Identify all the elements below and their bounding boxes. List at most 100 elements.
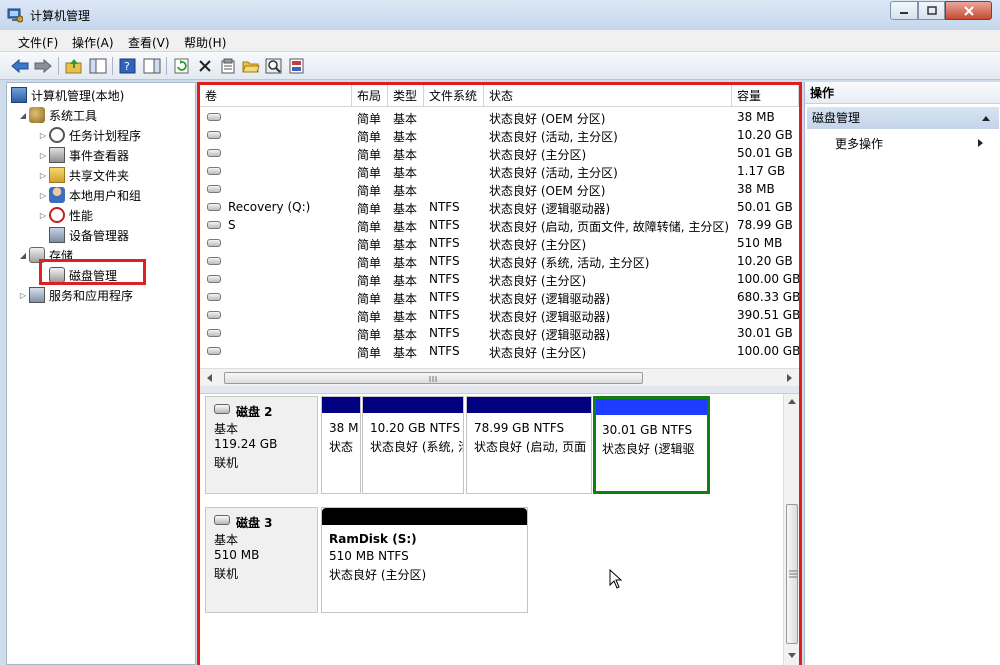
table-row[interactable]: 简单 基本 状态良好 (活动, 主分区) 10.20 GB [200, 126, 799, 144]
navigation-tree: 计算机管理(本地) ◢ 系统工具 ▷ 任务计划程序 ▷ 事件查看器 ▷ 共享文件… [6, 82, 196, 665]
expanded-triangle-icon[interactable]: ◢ [17, 111, 29, 120]
tree-node-event-viewer[interactable]: ▷ 事件查看器 [37, 146, 129, 164]
volume-icon [207, 329, 221, 337]
table-row[interactable]: 简单 基本 状态良好 (主分区) 50.01 GB [200, 144, 799, 162]
scrollbar-thumb[interactable] [786, 504, 798, 644]
column-header-filesystem[interactable]: 文件系统 [424, 85, 484, 107]
partition-bar [467, 397, 591, 413]
scroll-down-icon[interactable] [787, 652, 797, 660]
shared-folder-icon [49, 167, 65, 183]
table-row[interactable]: 简单 基本 NTFS 状态良好 (主分区) 100.00 GB [200, 270, 799, 288]
table-row[interactable]: 简单 基本 状态良好 (活动, 主分区) 1.17 GB [200, 162, 799, 180]
disk-state: 联机 [214, 456, 239, 470]
delete-button[interactable] [195, 56, 215, 76]
menu-help[interactable]: 帮助(H) [184, 34, 226, 51]
collapsed-triangle-icon[interactable]: ▷ [37, 151, 49, 160]
tree-node-performance[interactable]: ▷ 性能 [37, 206, 93, 224]
tree-node-task-scheduler[interactable]: ▷ 任务计划程序 [37, 126, 141, 144]
disk-name: 磁盘 2 [236, 405, 273, 419]
up-button[interactable] [64, 56, 84, 76]
menu-action[interactable]: 操作(A) [72, 34, 114, 51]
table-row[interactable]: 简单 基本 NTFS 状态良好 (逻辑驱动器) 30.01 GB [200, 324, 799, 342]
collapsed-triangle-icon[interactable]: ▷ [37, 131, 49, 140]
scroll-right-icon[interactable] [785, 373, 793, 383]
collapse-up-icon[interactable] [981, 115, 991, 122]
show-hide-tree-button[interactable] [88, 56, 108, 76]
help-button[interactable]: ? [118, 56, 138, 76]
column-header-volume[interactable]: 卷 [200, 85, 352, 107]
search-button[interactable] [264, 56, 284, 76]
column-header-layout[interactable]: 布局 [352, 85, 388, 107]
table-row[interactable]: 简单 基本 状态良好 (OEM 分区) 38 MB [200, 180, 799, 198]
close-button[interactable] [945, 1, 992, 20]
submenu-arrow-icon[interactable] [977, 138, 984, 148]
tree-node-services-apps[interactable]: ▷ 服务和应用程序 [17, 286, 133, 304]
tree-label: 共享文件夹 [69, 168, 130, 183]
disk-2-partition-3[interactable]: 78.99 GB NTFS 状态良好 (启动, 页面 [466, 396, 592, 494]
collapsed-triangle-icon[interactable]: ▷ [37, 171, 49, 180]
vertical-scrollbar[interactable] [783, 394, 799, 665]
device-manager-icon [49, 227, 65, 243]
column-header-type[interactable]: 类型 [388, 85, 424, 107]
table-row[interactable]: 简单 基本 NTFS 状态良好 (主分区) 510 MB [200, 234, 799, 252]
disk-2-partition-4-selected[interactable]: 30.01 GB NTFS 状态良好 (逻辑驱 [593, 396, 710, 494]
help-topics-button[interactable] [287, 56, 307, 76]
maximize-button[interactable] [918, 1, 945, 20]
disk-2-label[interactable]: 磁盘 2 基本 119.24 GB 联机 [205, 396, 318, 494]
pane-splitter[interactable] [200, 386, 799, 394]
refresh-button[interactable] [172, 56, 192, 76]
volume-icon [207, 203, 221, 211]
more-actions-item[interactable]: 更多操作 [835, 135, 883, 152]
back-arrow-icon [11, 58, 29, 74]
collapsed-triangle-icon[interactable]: ▷ [37, 191, 49, 200]
menu-view[interactable]: 查看(V) [128, 34, 170, 51]
scrollbar-thumb[interactable] [224, 372, 643, 384]
tree-node-shared-folders[interactable]: ▷ 共享文件夹 [37, 166, 129, 184]
forward-button[interactable] [33, 56, 53, 76]
scroll-left-icon[interactable] [206, 373, 214, 383]
table-row[interactable]: 简单 基本 NTFS 状态良好 (系统, 活动, 主分区) 10.20 GB [200, 252, 799, 270]
table-row[interactable]: S 简单 基本 NTFS 状态良好 (启动, 页面文件, 故障转储, 主分区) 78.99… [200, 216, 799, 234]
table-row[interactable]: 简单 基本 NTFS 状态良好 (逻辑驱动器) 680.33 GB [200, 288, 799, 306]
menu-file[interactable]: 文件(F) [18, 34, 58, 51]
actions-pane: 操作 磁盘管理 更多操作 [804, 82, 1000, 665]
collapsed-triangle-icon[interactable]: ▷ [17, 291, 29, 300]
open-folder-button[interactable] [241, 56, 261, 76]
expanded-triangle-icon[interactable]: ◢ [17, 251, 29, 260]
volume-icon [207, 311, 221, 319]
actions-section-disk-management[interactable]: 磁盘管理 [807, 107, 999, 129]
properties-button[interactable] [218, 56, 238, 76]
maximize-icon [926, 6, 937, 15]
horizontal-scrollbar[interactable] [200, 368, 799, 386]
table-row[interactable]: 简单 基本 NTFS 状态良好 (逻辑驱动器) 390.51 GB [200, 306, 799, 324]
clock-icon [49, 127, 65, 143]
table-row[interactable]: 简单 基本 NTFS 状态良好 (主分区) 100.00 GB [200, 342, 799, 360]
properties-pane-icon [143, 58, 161, 74]
table-row[interactable]: 简单 基本 状态良好 (OEM 分区) 38 MB [200, 108, 799, 126]
tree-node-root[interactable]: 计算机管理(本地) [11, 86, 124, 104]
delete-icon [199, 60, 211, 72]
disk-graphical-view: 磁盘 2 基本 119.24 GB 联机 38 M 状态 10.20 GB NT… [200, 394, 783, 665]
disk-type: 基本 [214, 422, 239, 436]
help-icon: ? [119, 58, 136, 74]
tree-label: 计算机管理(本地) [31, 88, 125, 103]
volume-icon [207, 185, 221, 193]
help-topics-icon [289, 58, 304, 74]
tree-node-device-manager[interactable]: 设备管理器 [49, 226, 129, 244]
tree-label: 设备管理器 [69, 228, 130, 243]
collapsed-triangle-icon[interactable]: ▷ [37, 211, 49, 220]
disk-icon [214, 404, 230, 414]
disk-3-partition-ramdisk[interactable]: RamDisk (S:) 510 MB NTFS 状态良好 (主分区) [321, 507, 528, 613]
disk-2-partition-2[interactable]: 10.20 GB NTFS 状态良好 (系统, 活 [362, 396, 464, 494]
column-header-status[interactable]: 状态 [484, 85, 732, 107]
disk-2-partition-1[interactable]: 38 M 状态 [321, 396, 361, 494]
column-header-capacity[interactable]: 容量 [732, 85, 799, 107]
back-button[interactable] [10, 56, 30, 76]
show-hide-action-pane-button[interactable] [142, 56, 162, 76]
tree-node-system-tools[interactable]: ◢ 系统工具 [17, 106, 97, 124]
minimize-button[interactable] [890, 1, 918, 20]
tree-node-local-users[interactable]: ▷ 本地用户和组 [37, 186, 141, 204]
disk-3-label[interactable]: 磁盘 3 基本 510 MB 联机 [205, 507, 318, 613]
scroll-up-icon[interactable] [787, 398, 797, 406]
table-row[interactable]: Recovery (Q:) 简单 基本 NTFS 状态良好 (逻辑驱动器) 50.01 G… [200, 198, 799, 216]
